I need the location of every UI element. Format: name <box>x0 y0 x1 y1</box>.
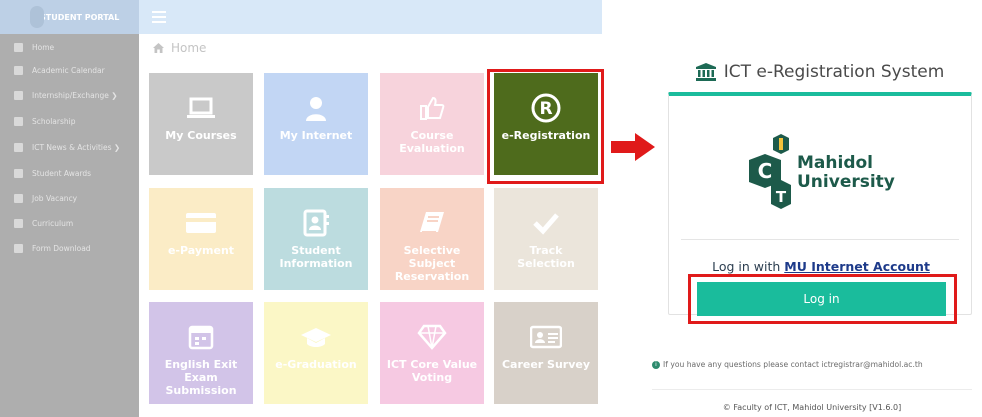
institution-icon <box>695 63 716 81</box>
graduation-cap-icon <box>301 328 331 347</box>
tile-my-courses[interactable]: My Courses <box>149 73 253 175</box>
tile-selective-subject-reservation[interactable]: Selective Subject Reservation <box>380 188 484 290</box>
sidebar-item-job-vacancy[interactable]: Job Vacancy <box>0 189 139 207</box>
sidebar-item-student-awards[interactable]: Student Awards <box>0 164 139 182</box>
tile-english-exit-exam[interactable]: English Exit Exam Submission <box>149 302 253 404</box>
tile-e-payment[interactable]: e-Payment <box>149 188 253 290</box>
portal-brand[interactable]: STUDENT PORTAL <box>0 0 139 34</box>
login-button[interactable]: Log in <box>697 282 946 316</box>
thumbs-up-icon <box>420 96 445 120</box>
tile-label: Course Evaluation <box>399 129 465 155</box>
mu-internet-account-link[interactable]: MU Internet Account <box>784 259 930 274</box>
graduation-cap-icon <box>14 218 23 228</box>
home-icon <box>153 43 164 53</box>
sidebar-item-label: Home <box>32 42 55 52</box>
tile-label: Track Selection <box>517 244 575 270</box>
ict-logo-icon <box>30 6 44 28</box>
breadcrumb: Home <box>152 41 206 55</box>
laptop-icon <box>187 97 215 118</box>
calendar-icon <box>188 325 214 350</box>
tile-label: e-Graduation <box>275 358 357 371</box>
divider <box>681 239 959 240</box>
university-line2: University <box>797 172 895 192</box>
sidebar-item-curriculum[interactable]: Curriculum <box>0 214 139 232</box>
breadcrumb-home[interactable]: Home <box>171 41 206 55</box>
sidebar-item-scholarship[interactable]: Scholarship <box>0 112 139 130</box>
tile-label: English Exit Exam Submission <box>164 358 238 397</box>
sidebar-item-academic-calendar[interactable]: Academic Calendar <box>0 61 139 79</box>
news-icon <box>14 142 23 152</box>
sidebar-item-label: ICT News & Activities ❯ <box>32 142 121 152</box>
sidebar-item-internship-exchange[interactable]: Internship/Exchange ❯ <box>0 86 139 104</box>
tile-e-graduation[interactable]: e-Graduation <box>264 302 368 404</box>
tile-label: My Internet <box>279 129 353 142</box>
sidebar-item-ict-news[interactable]: ICT News & Activities ❯ <box>0 138 139 156</box>
tile-label: Selective Subject Reservation <box>394 244 470 283</box>
sidebar-item-label: Student Awards <box>32 168 92 178</box>
tile-label: My Courses <box>165 129 237 142</box>
sidebar-item-label: Job Vacancy <box>32 193 78 203</box>
sidebar-item-form-download[interactable]: Form Download <box>0 239 139 257</box>
briefcase-icon <box>14 193 23 203</box>
tile-course-evaluation[interactable]: Course Evaluation <box>380 73 484 175</box>
page-title: ICT e-Registration System <box>668 62 972 82</box>
portal-topbar <box>139 0 602 34</box>
university-line1: Mahidol <box>797 153 873 173</box>
portal-brand-label: STUDENT PORTAL <box>40 12 120 22</box>
mahidol-university-logo: C T Mahidol University <box>749 134 895 209</box>
home-icon <box>14 42 23 52</box>
user-icon <box>306 97 326 121</box>
sidebar-item-label: Curriculum <box>32 218 74 228</box>
institution-icon <box>14 90 23 100</box>
sidebar-item-label: Scholarship <box>32 116 76 126</box>
contact-info-text: If you have any questions please contact… <box>663 360 923 369</box>
id-card-icon <box>530 325 562 349</box>
dollar-icon <box>14 116 23 126</box>
tile-student-information[interactable]: Student Information <box>264 188 368 290</box>
sidebar-item-home[interactable]: Home <box>0 38 139 56</box>
tile-my-internet[interactable]: My Internet <box>264 73 368 175</box>
tile-label: e-Payment <box>167 244 235 257</box>
trophy-icon <box>14 168 23 178</box>
contact-info: i If you have any questions please conta… <box>652 360 982 369</box>
check-icon <box>533 213 559 235</box>
hamburger-menu-icon[interactable] <box>152 11 166 23</box>
tile-ict-core-value-voting[interactable]: ICT Core Value Voting <box>380 302 484 404</box>
tile-track-selection[interactable]: Track Selection <box>494 188 598 290</box>
footer-divider <box>652 389 972 390</box>
svg-text:T: T <box>776 188 787 206</box>
info-icon: i <box>652 360 660 369</box>
tile-label: Student Information <box>279 244 353 270</box>
e-registration-highlight-frame <box>487 69 604 184</box>
book-icon <box>420 212 444 233</box>
login-with-text: Log in with MU Internet Account <box>669 259 973 274</box>
red-arrow-icon <box>611 133 655 161</box>
sidebar-item-label: Internship/Exchange ❯ <box>32 90 118 100</box>
login-with-prefix: Log in with <box>712 259 785 274</box>
system-title: ICT e-Registration System <box>723 62 945 82</box>
sidebar-item-label: Academic Calendar <box>32 65 105 75</box>
address-book-icon <box>303 209 329 237</box>
tile-label: Career Survey <box>501 358 591 371</box>
file-icon <box>14 243 23 253</box>
diamond-icon <box>417 324 447 350</box>
portal-sidebar: Home Academic Calendar Internship/Exchan… <box>0 34 139 417</box>
svg-text:C: C <box>758 159 773 183</box>
footer-text: © Faculty of ICT, Mahidol University [V1… <box>722 403 902 412</box>
tile-label: ICT Core Value Voting <box>386 358 478 384</box>
student-portal-screenshot: STUDENT PORTAL Home Academic Calendar In… <box>0 0 604 417</box>
credit-card-icon <box>186 213 216 233</box>
sidebar-item-label: Form Download <box>32 243 91 253</box>
calendar-icon <box>14 65 23 75</box>
tile-career-survey[interactable]: Career Survey <box>494 302 598 404</box>
